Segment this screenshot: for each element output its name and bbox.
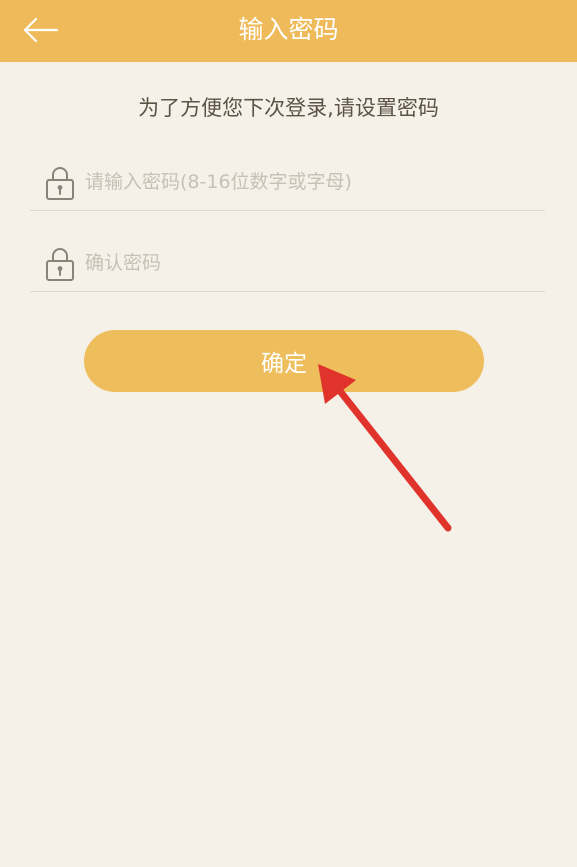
lock-icon	[46, 167, 74, 200]
annotation-arrow-icon	[318, 364, 452, 532]
confirm-button[interactable]: 确定	[84, 330, 484, 392]
subtitle-text: 为了方便您下次登录,请设置密码	[138, 96, 439, 120]
page-title: 输入密码	[238, 15, 339, 44]
header-bar: 输入密码	[0, 0, 577, 62]
password-input[interactable]	[85, 164, 525, 200]
confirm-password-input[interactable]	[85, 245, 525, 281]
lock-icon	[46, 248, 74, 281]
password-field	[30, 152, 545, 211]
confirm-password-field	[30, 233, 545, 292]
